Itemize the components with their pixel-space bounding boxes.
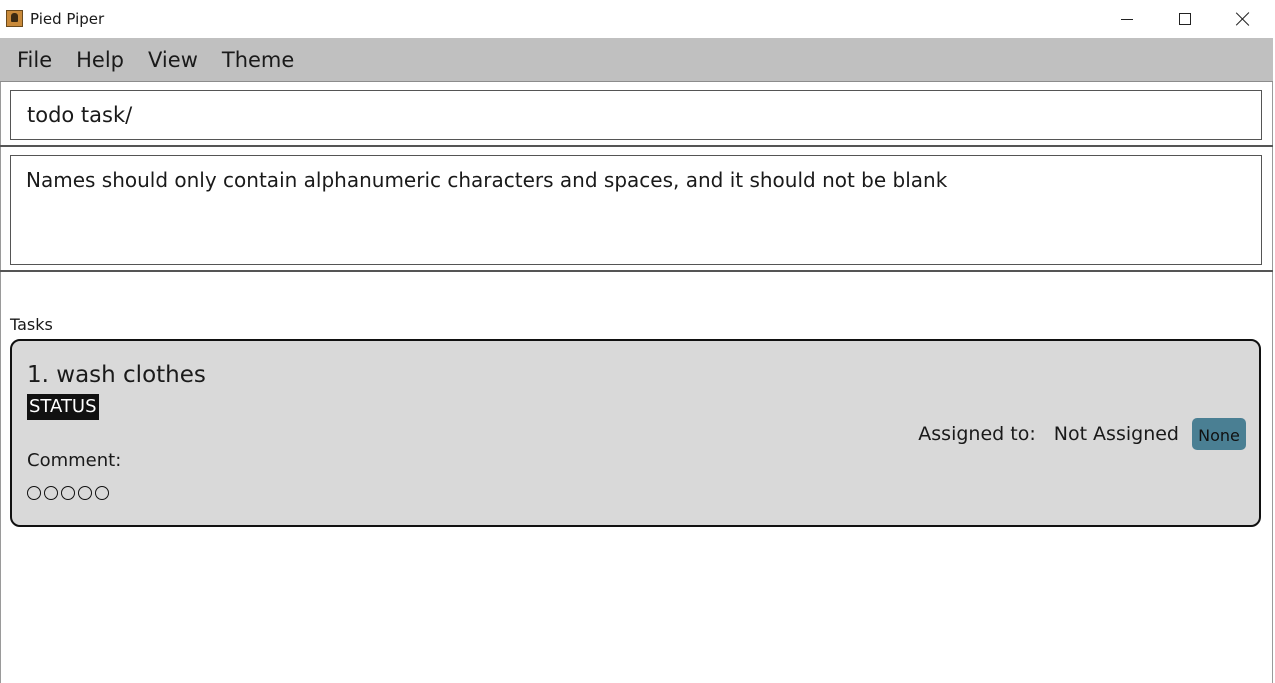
rating-circle-icon bbox=[78, 486, 92, 500]
maximize-icon bbox=[1179, 13, 1191, 25]
minimize-button[interactable] bbox=[1098, 0, 1156, 38]
command-pane bbox=[0, 83, 1273, 147]
assigned-label: Assigned to: bbox=[918, 423, 1036, 445]
maximize-button[interactable] bbox=[1156, 0, 1214, 38]
rating bbox=[27, 486, 109, 500]
comment-label: Comment: bbox=[27, 450, 122, 471]
result-display[interactable]: Names should only contain alphanumeric c… bbox=[10, 155, 1262, 265]
result-message: Names should only contain alphanumeric c… bbox=[26, 168, 948, 192]
assignment: Assigned to: Not Assigned None bbox=[918, 418, 1246, 450]
app-icon bbox=[6, 10, 23, 27]
rating-circle-icon bbox=[44, 486, 58, 500]
task-card[interactable]: 1. wash clothes STATUS Comment: Assigned… bbox=[10, 339, 1261, 527]
menu-theme[interactable]: Theme bbox=[210, 38, 306, 82]
menu-help[interactable]: Help bbox=[64, 38, 136, 82]
tasks-header: Tasks bbox=[10, 315, 53, 334]
task-title: 1. wash clothes bbox=[27, 362, 206, 388]
title-bar[interactable]: Pied Piper bbox=[0, 0, 1275, 38]
close-icon bbox=[1236, 12, 1250, 26]
rating-circle-icon bbox=[27, 486, 41, 500]
menu-file[interactable]: File bbox=[5, 38, 64, 82]
result-pane: Names should only contain alphanumeric c… bbox=[0, 148, 1273, 272]
rating-circle-icon bbox=[95, 486, 109, 500]
assigned-value: Not Assigned bbox=[1053, 423, 1179, 445]
minimize-icon bbox=[1121, 18, 1133, 20]
menu-bar: File Help View Theme bbox=[0, 38, 1273, 82]
menu-view[interactable]: View bbox=[136, 38, 210, 82]
command-input[interactable] bbox=[10, 90, 1262, 140]
rating-circle-icon bbox=[61, 486, 75, 500]
close-button[interactable] bbox=[1214, 0, 1272, 38]
status-badge: STATUS bbox=[27, 394, 99, 420]
window-title: Pied Piper bbox=[30, 10, 105, 28]
assign-button[interactable]: None bbox=[1192, 418, 1246, 450]
